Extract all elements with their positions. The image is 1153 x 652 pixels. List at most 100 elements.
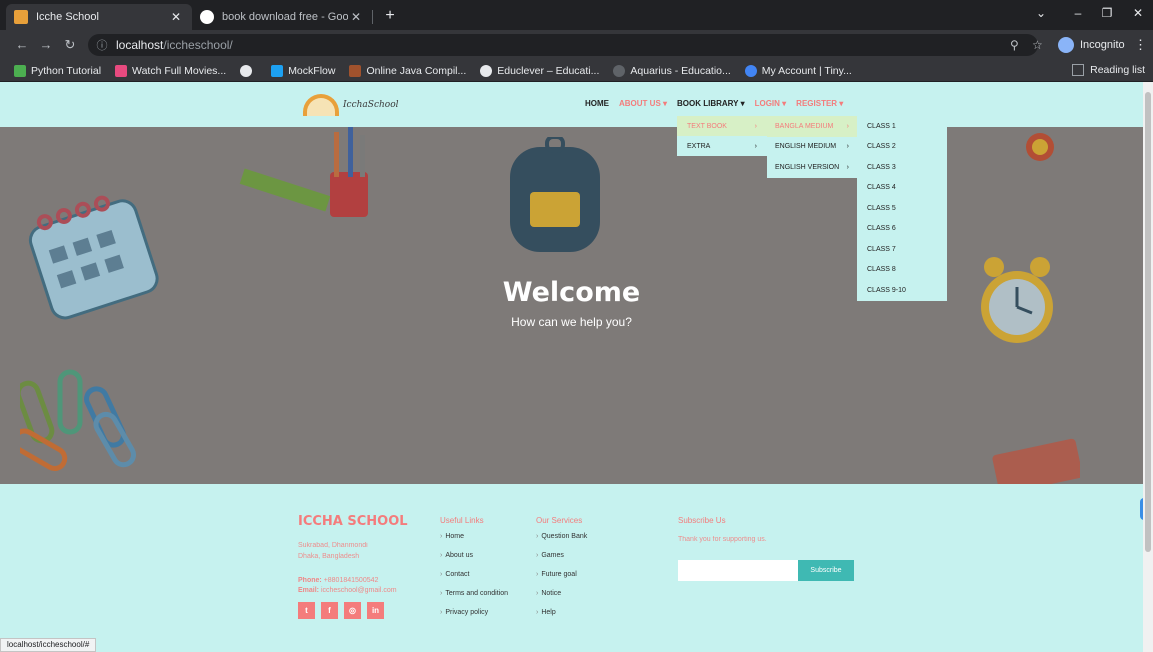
tiny-icon xyxy=(744,64,757,77)
hero-subtitle: How can we help you? xyxy=(511,315,632,329)
footer-email: iccheschool@gmail.com xyxy=(320,587,397,594)
site-info-icon[interactable]: ⓘ xyxy=(94,37,110,53)
backpack-decoration-icon xyxy=(510,137,600,252)
chevron-right-icon: › xyxy=(846,122,849,130)
subscribe-text: Thank you for supporting us. xyxy=(678,536,767,543)
bookmarks-bar: Python Tutorial Watch Full Movies... Moc… xyxy=(0,60,1153,82)
book-decoration-icon xyxy=(992,438,1080,487)
bookmark-star-icon[interactable]: ☆ xyxy=(1032,38,1043,52)
reading-list-button[interactable]: Reading list xyxy=(1072,64,1145,76)
menu-item-english-medium[interactable]: ENGLISH MEDIUM › xyxy=(767,137,857,158)
minimize-button[interactable]: – xyxy=(1068,6,1088,20)
footer-link-terms[interactable]: › Terms and condition xyxy=(440,590,508,609)
menu-item-class-4[interactable]: CLASS 4 xyxy=(857,178,947,199)
menu-item-text-book[interactable]: TEXT BOOK › xyxy=(677,116,767,136)
forward-button[interactable]: → xyxy=(38,37,54,52)
nav-home[interactable]: HOME xyxy=(585,99,609,108)
site-logo[interactable]: IcchaSchool xyxy=(303,90,403,120)
menu-item-extra[interactable]: EXTRA › xyxy=(677,136,767,156)
browser-toolbar: ← → ↻ ⓘ localhost/iccheschool/ ⚲ ☆ Incog… xyxy=(0,30,1153,60)
bookmark-globe[interactable] xyxy=(240,64,257,77)
new-tab-button[interactable]: + xyxy=(380,6,400,26)
class-submenu: CLASS 1 CLASS 2 CLASS 3 CLASS 4 CLASS 5 … xyxy=(857,116,947,301)
tab-icche-school[interactable]: Icche School ✕ xyxy=(6,4,192,30)
menu-item-class-2[interactable]: CLASS 2 xyxy=(857,137,947,158)
tab-separator xyxy=(372,10,373,24)
footer-link-games[interactable]: › Games xyxy=(536,552,587,571)
url-text: localhost/iccheschool/ xyxy=(116,38,233,52)
tab-title: Icche School xyxy=(36,11,99,23)
footer-contact: Phone: +8801841500542 Email: iccheschool… xyxy=(298,577,397,594)
bookmark-educlever[interactable]: Educlever – Educati... xyxy=(480,64,599,77)
close-tab-icon[interactable]: ✕ xyxy=(348,10,364,24)
reload-button[interactable]: ↻ xyxy=(62,37,78,53)
chevron-right-icon: › xyxy=(754,122,757,130)
footer-link-contact[interactable]: › Contact xyxy=(440,571,508,590)
footer-link-privacy[interactable]: › Privacy policy xyxy=(440,609,508,628)
menu-item-class-7[interactable]: CLASS 7 xyxy=(857,239,947,260)
footer-link-about[interactable]: › About us xyxy=(440,552,508,571)
hero-banner: Welcome How can we help you? xyxy=(0,127,1143,487)
footer-link-question-bank[interactable]: › Question Bank xyxy=(536,533,587,552)
footer-brand: ICCHA SCHOOL xyxy=(298,514,408,529)
page-scrollbar[interactable] xyxy=(1143,82,1153,652)
bookmark-mockflow[interactable]: MockFlow xyxy=(271,64,335,77)
tab-search-icon[interactable]: ⌄ xyxy=(1031,6,1051,20)
tab-google-search[interactable]: book download free - Google Se ✕ xyxy=(192,4,372,30)
back-button[interactable]: ← xyxy=(14,37,30,52)
profile-label: Incognito xyxy=(1080,39,1125,51)
w3schools-icon xyxy=(14,64,26,77)
scrollbar-thumb[interactable] xyxy=(1145,92,1151,552)
close-window-button[interactable]: ✕ xyxy=(1128,6,1148,20)
incognito-icon xyxy=(1058,37,1074,53)
menu-item-class-8[interactable]: CLASS 8 xyxy=(857,260,947,281)
chevron-right-icon: › xyxy=(754,142,757,150)
menu-item-class-1[interactable]: CLASS 1 xyxy=(857,116,947,137)
paper-clips-decoration-icon xyxy=(20,369,136,471)
menu-item-bangla-medium[interactable]: BANGLA MEDIUM › xyxy=(767,116,857,137)
footer-link-help[interactable]: › Help xyxy=(536,609,587,628)
facebook-icon[interactable]: f xyxy=(321,602,338,619)
incognito-profile-button[interactable]: Incognito xyxy=(1058,34,1125,56)
restore-button[interactable]: ❐ xyxy=(1097,6,1117,20)
bookmark-aquarius[interactable]: Aquarius - Educatio... xyxy=(613,64,731,77)
address-bar[interactable]: ⓘ localhost/iccheschool/ xyxy=(88,34,1038,56)
globe-icon xyxy=(240,64,253,77)
menu-item-class-6[interactable]: CLASS 6 xyxy=(857,219,947,240)
educlever-icon xyxy=(480,64,493,77)
aquarius-icon xyxy=(613,64,626,77)
bookmark-online-java[interactable]: Online Java Compil... xyxy=(349,64,466,77)
nav-book-library[interactable]: BOOK LIBRARY ▾ xyxy=(677,99,745,108)
school-favicon-icon xyxy=(14,10,28,24)
linkedin-icon[interactable]: in xyxy=(367,602,384,619)
medal-decoration-icon xyxy=(1026,133,1054,161)
services-title: Our Services xyxy=(536,516,583,525)
bookmark-watch-movies[interactable]: Watch Full Movies... xyxy=(115,64,226,77)
site-header: IcchaSchool HOME ABOUT US ▾ BOOK LIBRARY… xyxy=(0,82,1143,127)
instagram-icon[interactable]: ◎ xyxy=(344,602,361,619)
chevron-right-icon: › xyxy=(846,163,849,171)
reading-list-icon xyxy=(1072,64,1085,76)
nav-about-us[interactable]: ABOUT US ▾ xyxy=(619,99,667,108)
site-footer: ICCHA SCHOOL Sukrabad, Dhanmondi Dhaka, … xyxy=(0,484,1143,652)
nav-login[interactable]: LOGIN ▾ xyxy=(755,99,787,108)
menu-item-class-5[interactable]: CLASS 5 xyxy=(857,198,947,219)
chevron-right-icon: › xyxy=(846,143,849,151)
bookmark-python-tutorial[interactable]: Python Tutorial xyxy=(14,64,101,77)
menu-item-class-9-10[interactable]: CLASS 9-10 xyxy=(857,280,947,301)
subscribe-button[interactable]: Subscribe xyxy=(798,560,854,581)
zoom-icon[interactable]: ⚲ xyxy=(1010,38,1019,52)
footer-link-future-goal[interactable]: › Future goal xyxy=(536,571,587,590)
nav-register[interactable]: REGISTER ▾ xyxy=(796,99,843,108)
footer-link-notice[interactable]: › Notice xyxy=(536,590,587,609)
footer-link-home[interactable]: › Home xyxy=(440,533,508,552)
menu-item-english-version[interactable]: ENGLISH VERSION › xyxy=(767,157,857,178)
page-viewport: IcchaSchool HOME ABOUT US ▾ BOOK LIBRARY… xyxy=(0,82,1143,652)
footer-address: Sukrabad, Dhanmondi Dhaka, Bangladesh xyxy=(298,542,368,560)
browser-menu-icon[interactable]: ⋮ xyxy=(1134,37,1147,53)
twitter-icon[interactable]: t xyxy=(298,602,315,619)
bookmark-my-account[interactable]: My Account | Tiny... xyxy=(744,64,852,77)
close-tab-icon[interactable]: ✕ xyxy=(168,10,184,24)
subscribe-email-input[interactable] xyxy=(678,560,798,581)
menu-item-class-3[interactable]: CLASS 3 xyxy=(857,157,947,178)
